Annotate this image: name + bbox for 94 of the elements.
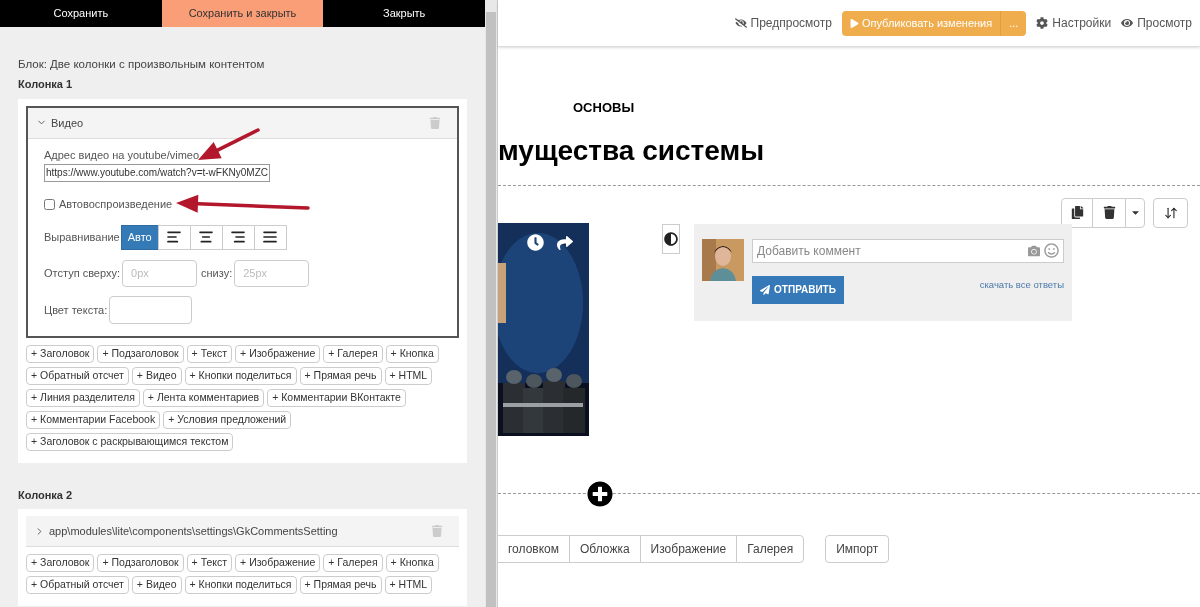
add-element-button[interactable]: + Галерея [323,344,383,363]
add-element-button[interactable]: + HTML [384,366,433,385]
import-button[interactable]: Импорт [825,534,890,563]
add-element-button[interactable]: + Заголовок [26,344,95,363]
eye-slash-icon [734,17,747,29]
field-label: Адрес видео на youtube/vimeo [44,147,201,163]
panel-action-button[interactable]: Сохранить [0,0,162,27]
panel-action-button[interactable]: Сохранить и закрыть [161,0,324,27]
checkbox-label: Автовоспроизведение [59,197,173,213]
add-element-button[interactable]: + Линия разделителя [26,388,140,407]
add-element-button[interactable]: + Комментарии ВКонтакте [267,388,406,407]
add-element-button[interactable]: + Кнопка [385,344,439,363]
add-element-button[interactable]: + Подзаголовок [97,554,184,573]
text-color-input[interactable] [109,295,193,324]
scrollbar[interactable] [485,0,497,607]
smiley-icon[interactable] [1044,243,1059,258]
add-element-button[interactable]: + Кнопки поделиться [184,576,297,595]
preview-link[interactable]: Предпросмотр [734,14,832,32]
panel-action-button[interactable]: Закрыть [323,0,485,27]
margin-top-input[interactable]: 0px [122,259,198,287]
align-auto-button[interactable]: Авто [120,224,159,250]
align-center-button[interactable] [189,224,223,250]
field-label: Цвет текста: [44,302,108,318]
comment-field[interactable]: Добавить коммент [752,238,1064,263]
contrast-icon [664,231,678,246]
contrast-button[interactable] [662,223,680,254]
delete-button[interactable] [1092,197,1126,228]
add-element-button[interactable]: + Условия предложений [163,410,292,429]
align-justify-icon [262,229,279,246]
add-element-button[interactable]: + Кнопки поделиться [184,366,297,385]
add-block-icon[interactable] [587,480,613,507]
widget-header[interactable]: Видео [28,107,457,139]
add-element-button[interactable]: + Прямая речь [299,366,382,385]
widget-header[interactable]: app\modules\lite\components\settings\GkCommentsSetting [26,516,459,548]
field-label: Отступ сверху: [44,266,121,281]
camera-icon[interactable] [1028,244,1040,257]
sort-icon [1163,205,1178,220]
add-element-button[interactable]: + Видео [131,576,182,595]
align-right-icon [230,229,247,246]
column-title: Колонка 1 [18,77,74,93]
download-answers-link[interactable]: скачать все ответы [979,277,1064,292]
add-element-button[interactable]: + Комментарии Facebook [26,410,161,429]
column-title: Колонка 2 [18,487,74,503]
add-element-button[interactable]: + Обратный отсчет [26,576,129,595]
paper-plane-icon [760,284,771,295]
align-left-button[interactable] [157,224,191,250]
add-element-button[interactable]: + Видео [131,366,182,385]
margin-bottom-input[interactable]: 25px [234,259,310,287]
add-element-button[interactable]: + Текст [186,554,233,573]
add-element-button[interactable]: + Изображение [235,554,321,573]
autoplay-checkbox[interactable] [44,199,55,210]
field-label: Выравнивание [44,230,120,245]
share-icon [557,234,573,251]
settings-icon [1036,17,1049,29]
align-justify-button[interactable] [253,224,287,250]
add-element-button[interactable]: + Галерея [323,554,383,573]
send-button[interactable]: ОТПРАВИТЬ [752,275,844,304]
align-right-button[interactable] [221,224,255,250]
add-element-button[interactable]: + Кнопка [385,554,439,573]
field-label: снизу: [201,266,233,281]
block-type-button[interactable]: головком [497,534,571,563]
copy-icon [1070,206,1084,219]
add-element-button[interactable]: + Заголовок [26,554,95,573]
copy-button[interactable] [1061,197,1093,228]
comment-input[interactable]: Добавить коммент [757,241,1024,260]
add-element-button[interactable]: + Прямая речь [299,576,382,595]
settings-link[interactable]: Настройки [1036,14,1112,32]
scrollbar-thumb[interactable] [486,12,496,607]
clock-icon [527,233,544,251]
add-element-button[interactable]: + Заголовок с раскрывающимся текстом [26,432,234,451]
widget-title: Видео [51,115,85,131]
add-element-button[interactable]: + Подзаголовок [97,344,184,363]
block-type-button[interactable]: Обложка [569,534,641,563]
align-left-icon [166,229,183,246]
align-center-icon [198,229,215,246]
section-overline: ОСНОВЫ [573,99,636,117]
add-element-button[interactable]: + HTML [384,576,433,595]
block-title: Блок: Две колонки с произвольным контентом [18,57,266,72]
annotation-arrow [198,128,260,160]
section-heading: мущества системы [498,136,766,165]
eye-icon [1121,17,1134,29]
sort-button[interactable] [1153,197,1188,228]
view-link[interactable]: Просмотр [1121,14,1192,32]
add-element-button[interactable]: + Текст [186,344,233,363]
block-type-button[interactable]: Изображение [639,534,738,563]
add-element-button[interactable]: + Обратный отсчет [26,366,129,385]
widget-title: app\modules\lite\components\settings\GkCommentsSetting [49,524,339,539]
block-type-button[interactable]: Галерея [736,534,805,563]
delete-icon [1102,206,1116,219]
dropdown-button[interactable] [1125,197,1145,228]
add-element-button[interactable]: + Изображение [235,344,321,363]
url-input[interactable]: https://www.youtube.com/watch?v=t-wFKNy0MZC [44,164,271,183]
play-icon [849,18,859,28]
add-element-button[interactable]: + Лента комментариев [142,388,265,407]
